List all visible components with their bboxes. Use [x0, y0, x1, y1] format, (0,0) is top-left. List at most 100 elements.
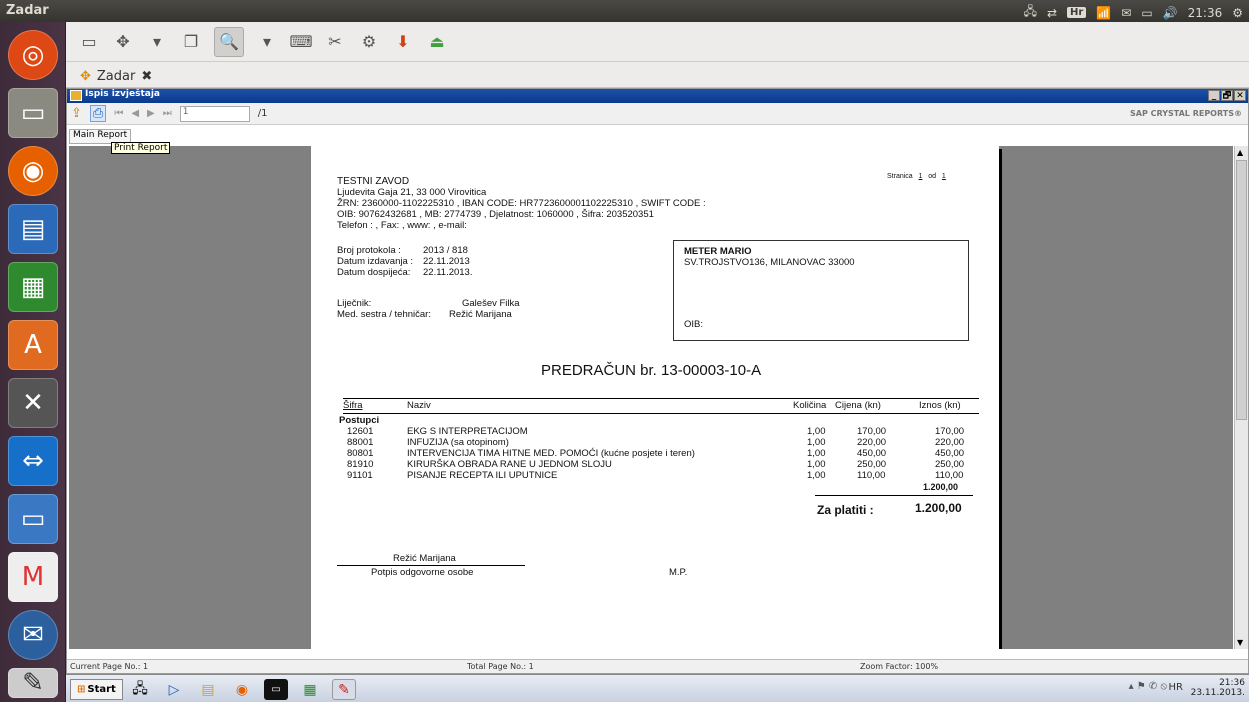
tools-icon[interactable]: ✂ — [324, 31, 346, 53]
col-iznos: Iznos (kn) — [919, 400, 961, 411]
active-app-icon[interactable]: ✎ — [332, 679, 356, 700]
signature-line — [337, 565, 525, 566]
meta-value-0: 2013 / 818 — [423, 245, 468, 256]
teamviewer-icon[interactable]: ⇔ — [8, 436, 58, 486]
text-editor-icon[interactable]: ✎ — [8, 668, 58, 698]
group-label: Postupci — [339, 415, 380, 426]
ubuntu-dash-icon[interactable]: ◎ — [8, 30, 58, 80]
app-tab-row: ✥ Zadar ✖ — [66, 62, 1249, 88]
window-icon[interactable]: ▭ — [78, 31, 100, 53]
powershell-icon[interactable]: ▷ — [162, 679, 186, 700]
power-gear-icon[interactable]: ⚙ — [1232, 6, 1243, 20]
clock-time: 21:36 — [1219, 678, 1245, 688]
app-icon[interactable]: ▦ — [298, 679, 322, 700]
battery-icon[interactable]: ▭ — [1141, 6, 1152, 20]
wifi-icon[interactable]: 📶 — [1096, 6, 1111, 20]
nurse-name: Režić Marijana — [449, 309, 512, 320]
meta-value-2: 22.11.2013. — [423, 267, 473, 278]
chevron-down-icon[interactable]: ▾ — [146, 31, 168, 53]
remote-desktop-icon[interactable]: ▭ — [8, 494, 58, 544]
close-icon[interactable]: ✖ — [141, 69, 152, 84]
window-controls: _ 🗗 ✕ — [1208, 90, 1246, 101]
scroll-up-icon[interactable]: ▲ — [1237, 148, 1243, 157]
thunderbird-icon[interactable]: ✉ — [8, 610, 58, 660]
next-page-icon[interactable]: ▶ — [147, 108, 155, 119]
download-icon[interactable]: ⬇ — [392, 31, 414, 53]
page-of: od — [928, 173, 937, 180]
total-rule — [815, 495, 973, 496]
clock-date: 23.11.2013. — [1190, 688, 1245, 698]
row-sifra: 88001 — [347, 437, 374, 448]
total-label: Za platiti : — [817, 503, 874, 517]
explorer-icon[interactable]: ▤ — [196, 679, 220, 700]
settings-icon[interactable]: ⚙ — [358, 31, 380, 53]
org-ids: OIB: 90762432681 , MB: 2774739 , Djelatn… — [337, 209, 654, 220]
mail-icon[interactable]: ✉ — [1121, 6, 1131, 20]
tray-icons[interactable]: ▴ ⚑ ✆ ⦸ — [1129, 681, 1167, 692]
keyboard-layout-indicator[interactable]: Hr — [1067, 7, 1087, 18]
doctor-label: Liječnik: — [337, 298, 372, 309]
terminal-icon[interactable]: ▭ — [264, 679, 288, 700]
scrollbar-thumb[interactable] — [1236, 160, 1247, 420]
firefox-icon[interactable]: ◉ — [230, 679, 254, 700]
tab-zadar[interactable]: ✥ Zadar ✖ — [72, 65, 160, 87]
input-language[interactable]: HR — [1169, 682, 1183, 693]
row-cijena: 170,00 — [857, 426, 887, 437]
org-contact: Telefon : , Fax: , www: , e-mail: — [337, 220, 467, 231]
client-oib: OIB: — [684, 319, 704, 330]
software-center-icon[interactable]: A — [8, 320, 58, 370]
disconnect-icon[interactable]: ⏏ — [426, 31, 448, 53]
minimize-button[interactable]: _ — [1208, 90, 1220, 101]
network-icon[interactable]: 🖧 — [1024, 2, 1037, 23]
libreoffice-writer-icon[interactable]: ▤ — [8, 204, 58, 254]
row-naziv: KIRURŠKA OBRADA RANE U JEDNOM SLOJU — [407, 459, 612, 470]
report-toolbar: ⇪ ⎙ ⏮ ◀ ▶ ⏭ 1 /1 SAP CRYSTAL REPORTS® — [67, 103, 1248, 125]
volume-icon[interactable]: 🔊 — [1163, 6, 1178, 20]
firefox-icon[interactable]: ◉ — [8, 146, 58, 196]
gmail-icon[interactable]: M — [8, 552, 58, 602]
row-kolicina: 1,00 — [807, 470, 826, 481]
meta-label-2: Datum dospijeća: — [337, 267, 411, 278]
row-naziv: INFUZIJA (sa otopinom) — [407, 437, 509, 448]
print-report-icon[interactable]: ⎙ — [89, 105, 107, 122]
export-icon[interactable]: ⇪ — [71, 106, 82, 121]
scroll-down-icon[interactable]: ▼ — [1237, 638, 1243, 647]
report-window-titlebar: Ispis izvještaja _ 🗗 ✕ — [67, 89, 1248, 103]
close-button[interactable]: ✕ — [1234, 90, 1246, 101]
col-kolicina: Količina — [793, 400, 827, 411]
clock[interactable]: 21:36 — [1188, 6, 1223, 20]
system-clock[interactable]: 21:36 23.11.2013. — [1191, 678, 1245, 698]
client-box: METER MARIO SV.TROJSTVO136, MILANOVAC 33… — [673, 240, 969, 341]
server-manager-icon[interactable]: 🖧 — [128, 679, 152, 700]
first-page-icon[interactable]: ⏮ — [114, 108, 123, 119]
row-kolicina: 1,00 — [807, 426, 826, 437]
report-window-title: Ispis izvještaja — [85, 89, 160, 99]
windows-icon[interactable]: ❐ — [180, 31, 202, 53]
page-number-input[interactable]: 1 — [179, 105, 250, 122]
vertical-scrollbar[interactable]: ▲ ▼ — [1234, 146, 1248, 649]
file-manager-icon[interactable]: ▭ — [8, 88, 58, 138]
row-sifra: 12601 — [347, 426, 374, 437]
row-sifra: 81910 — [347, 459, 374, 470]
zoom-view-icon[interactable]: 🔍 — [214, 26, 244, 57]
chevron-down-icon[interactable]: ▾ — [256, 31, 278, 53]
move-icon[interactable]: ✥ — [112, 31, 134, 53]
row-naziv: EKG S INTERPRETACIJOM — [407, 426, 528, 437]
table-top-rule — [343, 398, 979, 399]
previous-page-icon[interactable]: ◀ — [131, 108, 139, 119]
start-button[interactable]: ⊞ Start — [70, 679, 123, 700]
sync-icon[interactable]: ⇄ — [1047, 6, 1057, 20]
last-page-icon[interactable]: ⏭ — [163, 108, 172, 119]
keyboard-icon[interactable]: ⌨ — [289, 31, 312, 53]
signature-label: Potpis odgovorne osobe — [371, 567, 474, 578]
status-bar: Current Page No.: 1 Total Page No.: 1 Zo… — [67, 659, 1248, 673]
col-naziv: Naziv — [407, 400, 431, 411]
crystal-reports-brand: SAP CRYSTAL REPORTS® — [1130, 109, 1242, 118]
stamp-label: M.P. — [669, 567, 688, 578]
start-label: Start — [87, 684, 116, 695]
system-settings-icon[interactable]: ✕ — [8, 378, 58, 428]
row-cijena: 110,00 — [857, 470, 886, 481]
status-zoom: Zoom Factor: 100% — [860, 662, 939, 671]
maximize-button[interactable]: 🗗 — [1221, 90, 1233, 101]
libreoffice-calc-icon[interactable]: ▦ — [8, 262, 58, 312]
